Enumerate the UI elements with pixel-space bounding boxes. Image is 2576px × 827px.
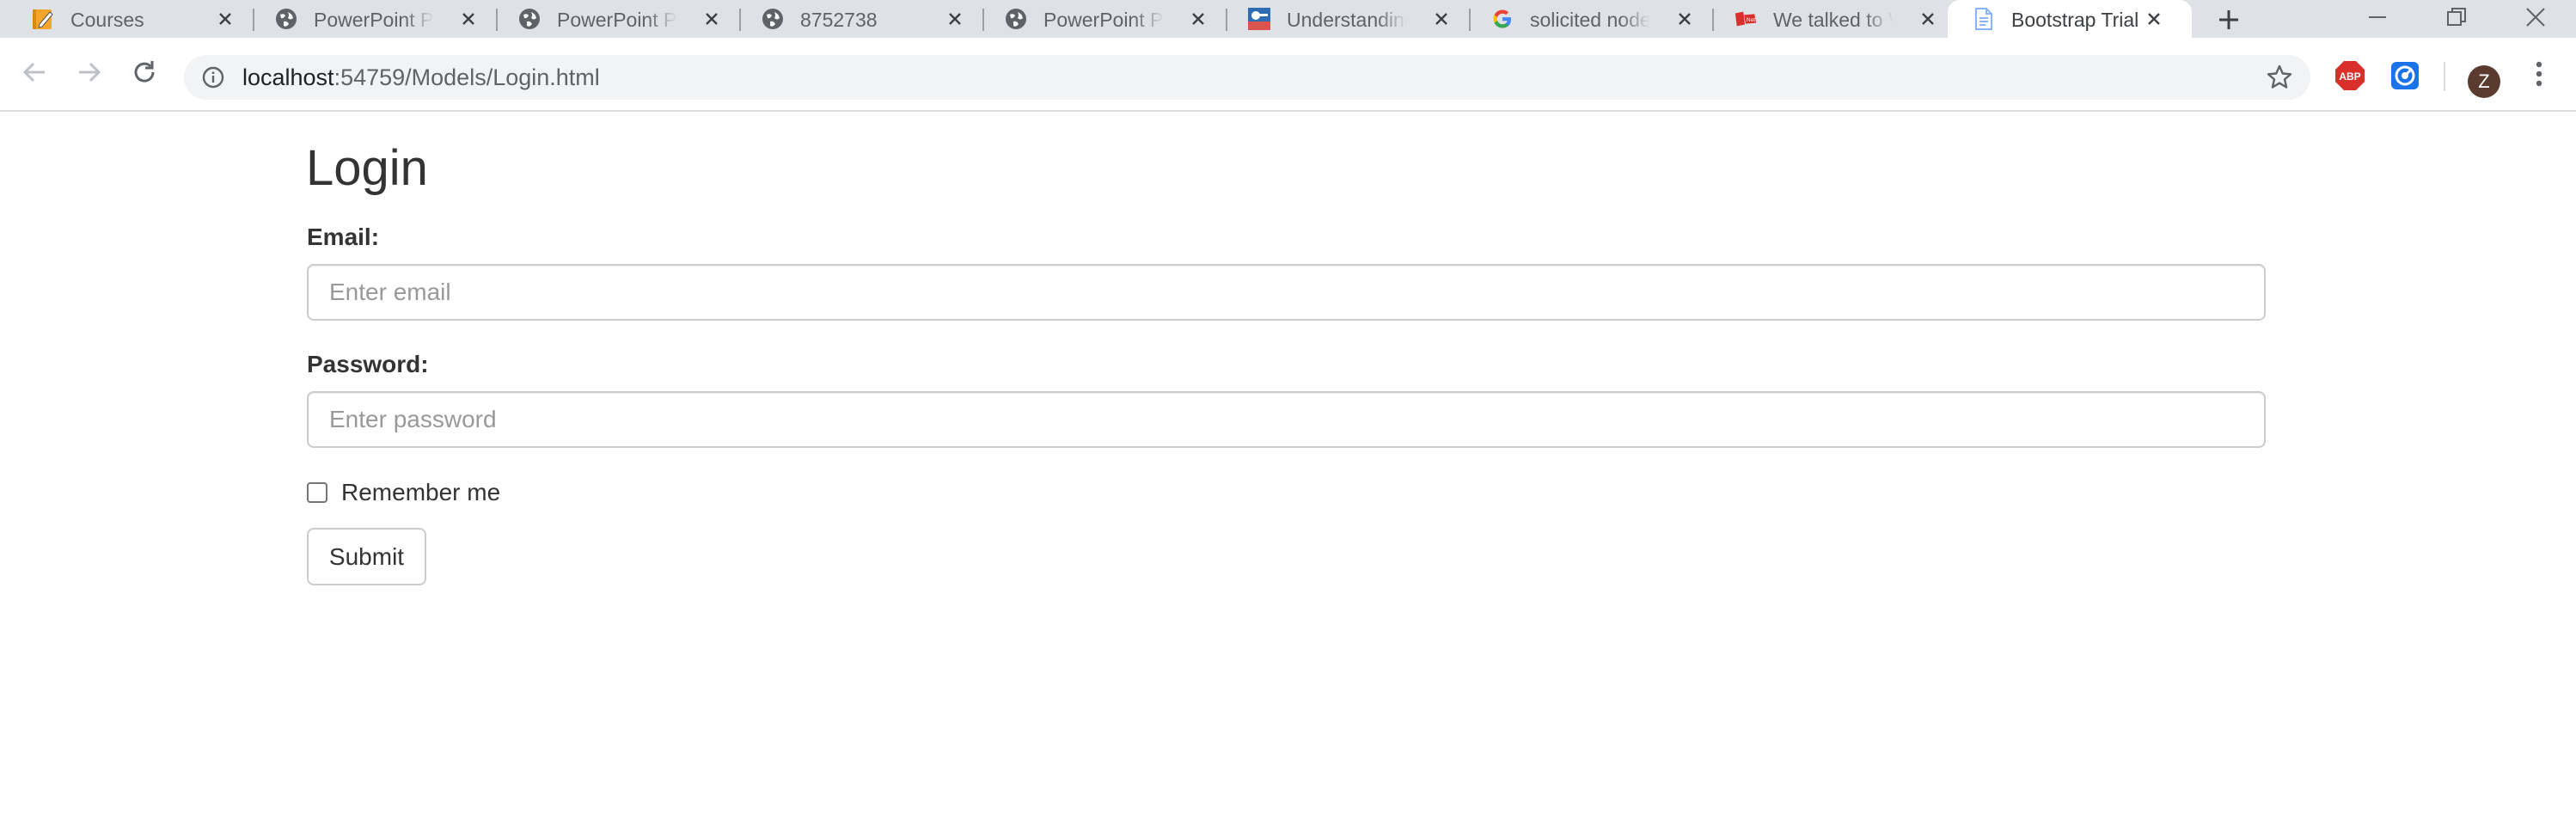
close-icon[interactable]: [456, 7, 480, 31]
email-label: Email:: [307, 224, 380, 250]
tab-solicited-node[interactable]: solicited node: [1459, 0, 1714, 38]
browser-menu-button[interactable]: [2524, 55, 2554, 93]
url-host: localhost: [242, 64, 334, 90]
tab-powerpoint-2[interactable]: PowerPoint Pre: [486, 0, 741, 38]
tab-powerpoint-1[interactable]: PowerPoint Pre: [243, 0, 498, 38]
restore-icon: [2447, 8, 2466, 26]
new-tab-button[interactable]: [2214, 5, 2243, 34]
remember-me-label[interactable]: Remember me: [341, 479, 500, 506]
page-title: Login: [306, 140, 428, 196]
submit-button[interactable]: Submit: [307, 528, 426, 585]
site-thumbnail-icon: [1247, 7, 1271, 31]
pencil-notebook-icon: [31, 7, 55, 31]
svg-text:Net: Net: [1747, 17, 1755, 23]
tab-title: solicited node: [1530, 9, 1650, 31]
google-icon: [1490, 7, 1514, 31]
tab-understanding[interactable]: Understanding: [1216, 0, 1471, 38]
remember-me-row[interactable]: Remember me: [307, 479, 500, 506]
close-icon[interactable]: [1916, 7, 1940, 31]
close-icon[interactable]: [213, 7, 237, 31]
adblock-plus-icon[interactable]: ABP: [2334, 60, 2365, 91]
close-window-button[interactable]: [2496, 0, 2575, 34]
remember-me-checkbox[interactable]: [307, 482, 327, 503]
tab-8752738[interactable]: 8752738: [730, 0, 984, 38]
close-icon[interactable]: [1429, 7, 1453, 31]
extension-icon[interactable]: [2389, 60, 2420, 91]
forward-arrow-icon: [79, 62, 101, 83]
back-button[interactable]: [17, 55, 52, 89]
password-field[interactable]: [307, 391, 2266, 448]
back-arrow-icon: [22, 62, 45, 83]
tab-title: PowerPoint Pre: [314, 9, 434, 31]
close-icon[interactable]: [700, 7, 724, 31]
news-site-icon: Net: [1734, 7, 1758, 31]
email-field[interactable]: [307, 264, 2266, 321]
close-window-icon: [2526, 8, 2545, 27]
reload-icon: [134, 61, 155, 83]
toolbar-divider: [2444, 62, 2445, 91]
tab-title: Courses: [70, 9, 144, 31]
tab-bootstrap-trial[interactable]: Bootstrap Trial: [1948, 0, 2192, 38]
tab-strip: Courses PowerPoint Pre PowerPoint Pre 87…: [0, 0, 2576, 38]
globe-icon: [761, 7, 785, 31]
close-icon[interactable]: [1186, 7, 1210, 31]
address-bar[interactable]: localhost:54759/Models/Login.html: [184, 55, 2310, 100]
tab-title: Bootstrap Trial: [2011, 9, 2139, 31]
close-icon[interactable]: [2142, 7, 2166, 31]
tab-title: PowerPoint Pre: [557, 9, 677, 31]
document-icon: [1972, 7, 1996, 31]
close-icon[interactable]: [943, 7, 967, 31]
tab-powerpoint-3[interactable]: PowerPoint Pre: [973, 0, 1227, 38]
restore-button[interactable]: [2417, 0, 2496, 34]
browser-toolbar: localhost:54759/Models/Login.html ABP: [0, 38, 2576, 112]
password-label: Password:: [307, 351, 429, 377]
tab-title: PowerPoint Pre: [1043, 9, 1164, 31]
globe-icon: [1004, 7, 1028, 31]
url-path: :54759/Models/Login.html: [333, 64, 600, 90]
forward-button[interactable]: [72, 55, 107, 89]
tab-title: We talked to V: [1773, 9, 1894, 31]
tab-title: Understanding: [1287, 9, 1407, 31]
close-icon[interactable]: [1673, 7, 1697, 31]
adblock-plus-label: ABP: [2339, 70, 2360, 83]
tab-title: 8752738: [800, 9, 878, 31]
profile-avatar[interactable]: Z: [2468, 65, 2500, 98]
reload-button[interactable]: [127, 55, 162, 89]
minimize-icon: [2369, 16, 2386, 18]
page-content: Login Email: Password: Remember me Submi…: [0, 113, 2576, 827]
bookmark-star-icon[interactable]: [2266, 64, 2293, 91]
url-text[interactable]: localhost:54759/Models/Login.html: [242, 64, 600, 90]
tab-courses[interactable]: Courses: [0, 0, 254, 38]
globe-icon: [274, 7, 298, 31]
minimize-button[interactable]: [2338, 0, 2417, 34]
more-vert-icon: [2536, 61, 2542, 87]
info-icon[interactable]: [201, 65, 225, 89]
tab-we-talked[interactable]: Net We talked to V: [1703, 0, 1957, 38]
globe-icon: [517, 7, 542, 31]
